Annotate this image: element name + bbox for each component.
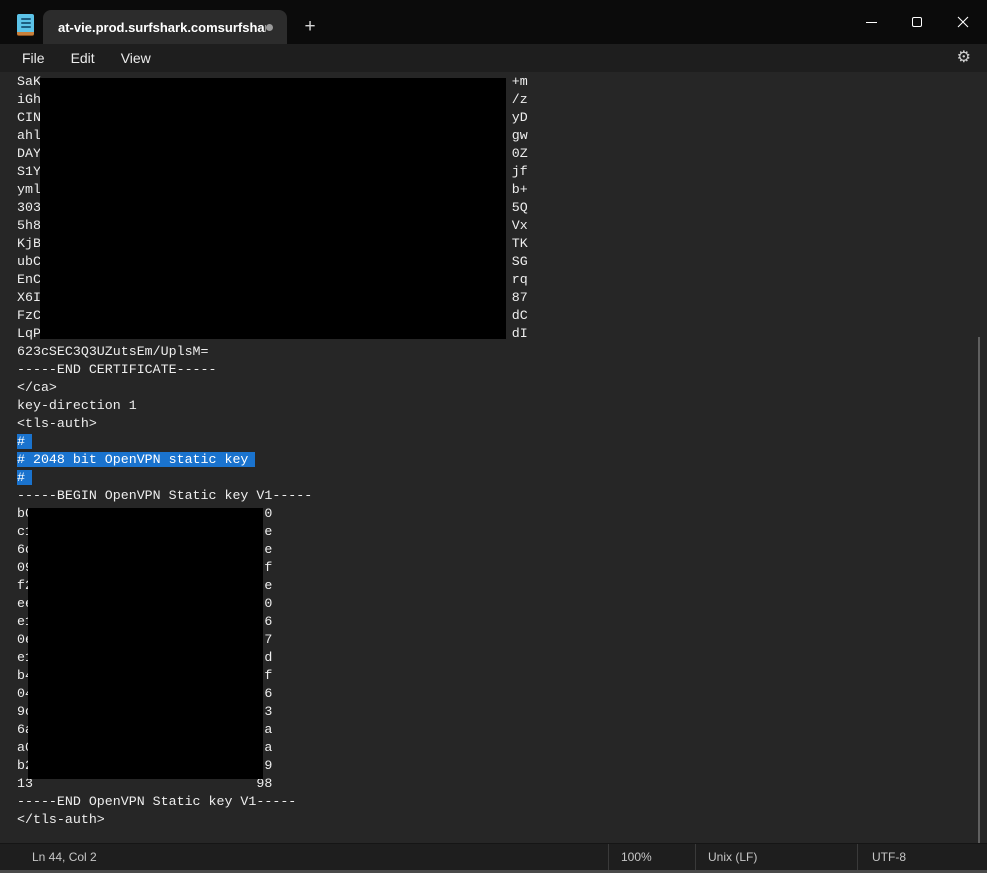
- menu-edit[interactable]: Edit: [60, 47, 106, 69]
- tab-title: at-vie.prod.surfshark.comsurfshark: [58, 20, 266, 35]
- notepad-window: at-vie.prod.surfshark.comsurfshark + Fil…: [0, 0, 987, 873]
- editor-line: key-direction 1: [17, 397, 987, 415]
- editor-line: </tls-auth>: [17, 811, 987, 829]
- close-icon: [957, 16, 969, 28]
- editor-line: 623cSEC3Q3UZutsEm/UplsM=: [17, 343, 987, 361]
- menubar: File Edit View ⚙: [0, 44, 987, 72]
- cursor-position-label: Ln 44, Col 2: [0, 844, 608, 870]
- editor-line: -----END CERTIFICATE-----: [17, 361, 987, 379]
- redaction-box-certificate: [40, 78, 506, 339]
- line-ending-label: Unix (LF): [695, 844, 857, 870]
- editor-line: #: [17, 469, 987, 487]
- editor-line: #: [17, 433, 987, 451]
- zoom-level-label: 100%: [608, 844, 695, 870]
- unsaved-indicator-dot: [266, 24, 273, 31]
- encoding-label: UTF-8: [857, 844, 987, 870]
- window-controls: [848, 0, 986, 44]
- editor-line: # 2048 bit OpenVPN static key: [17, 451, 987, 469]
- minimize-button[interactable]: [848, 0, 894, 44]
- selected-text: #: [17, 434, 32, 449]
- selected-text: #: [17, 470, 32, 485]
- maximize-icon: [912, 17, 922, 27]
- editor-line: </ca>: [17, 379, 987, 397]
- selected-text: # 2048 bit OpenVPN static key: [17, 452, 255, 467]
- settings-gear-icon[interactable]: ⚙: [957, 50, 971, 66]
- close-button[interactable]: [940, 0, 986, 44]
- titlebar: at-vie.prod.surfshark.comsurfshark +: [0, 0, 987, 44]
- menu-view[interactable]: View: [110, 47, 162, 69]
- editor-line: <tls-auth>: [17, 415, 987, 433]
- redaction-box-static-key: [28, 508, 263, 779]
- notepad-app-icon: [17, 14, 34, 36]
- editor-line: -----END OpenVPN Static key V1-----: [17, 793, 987, 811]
- minimize-icon: [866, 22, 877, 23]
- maximize-button[interactable]: [894, 0, 940, 44]
- vertical-scrollbar-thumb[interactable]: [978, 337, 980, 845]
- new-tab-button[interactable]: +: [296, 13, 324, 41]
- menu-file[interactable]: File: [11, 47, 56, 69]
- editor-line: -----BEGIN OpenVPN Static key V1-----: [17, 487, 987, 505]
- statusbar: Ln 44, Col 2 100% Unix (LF) UTF-8: [0, 843, 987, 873]
- tab-document[interactable]: at-vie.prod.surfshark.comsurfshark: [43, 10, 287, 44]
